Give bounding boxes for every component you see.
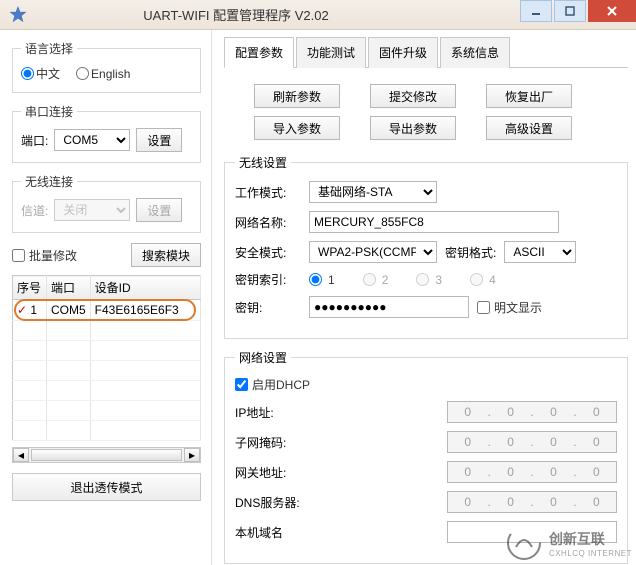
mode-select[interactable]: 基础网络-STA [309, 181, 437, 203]
mask-label: 子网掩码: [235, 434, 315, 451]
left-panel: 语言选择 中文 English 串口连接 端口: COM5 设置 无线连接 信道… [0, 30, 212, 565]
security-label: 安全模式: [235, 244, 301, 261]
lang-en-radio[interactable] [76, 67, 89, 80]
watermark-cn: 创新互联 [549, 529, 632, 549]
tab-firmware[interactable]: 固件升级 [368, 37, 438, 68]
lang-en-option[interactable]: English [76, 67, 130, 81]
ip-input: 0.0.0.0 [447, 401, 617, 423]
lang-cn-radio[interactable] [21, 67, 34, 80]
key-3: 3 [416, 273, 442, 287]
export-button[interactable]: 导出参数 [370, 116, 456, 140]
right-panel: 配置参数 功能测试 固件升级 系统信息 刷新参数 提交修改 恢复出厂 导入参数 … [212, 30, 636, 565]
dns-input: 0.0.0.0 [447, 491, 617, 513]
watermark: 创新互联 CXHLCQ INTERNET [506, 525, 632, 561]
maximize-button[interactable] [554, 0, 586, 22]
serial-set-button[interactable]: 设置 [136, 128, 182, 152]
wireless-section: 无线设置 工作模式: 基础网络-STA 网络名称: 安全模式: WPA2-PSK… [224, 154, 628, 339]
key-4: 4 [470, 273, 496, 287]
close-button[interactable] [588, 0, 636, 22]
dns-label: DNS服务器: [235, 494, 315, 511]
col-index[interactable]: 序号 [13, 276, 47, 300]
network-legend: 网络设置 [235, 349, 291, 366]
gateway-input: 0.0.0.0 [447, 461, 617, 483]
device-grid: 序号 端口 设备ID ✓ 1 COM5 F43E6165E6F3 [12, 275, 201, 441]
search-module-button[interactable]: 搜索模块 [131, 243, 201, 267]
lang-cn-option[interactable]: 中文 [21, 65, 60, 82]
language-group: 语言选择 中文 English [12, 40, 201, 93]
wifi-connect-group: 无线连接 信道: 关闭 设置 [12, 173, 201, 233]
keyfmt-select[interactable]: ASCII [504, 241, 576, 263]
serial-group: 串口连接 端口: COM5 设置 [12, 103, 201, 163]
keyindex-label: 密钥索引: [235, 271, 301, 288]
col-device-id[interactable]: 设备ID [90, 276, 200, 300]
hostname-label: 本机域名 [235, 524, 315, 541]
grid-scrollbar[interactable]: ◂ ▸ [12, 447, 201, 463]
table-row[interactable]: ✓ 1 COM5 F43E6165E6F3 [13, 300, 201, 321]
language-legend: 语言选择 [21, 40, 77, 57]
wifi-set-button: 设置 [136, 198, 182, 222]
channel-label: 信道: [21, 202, 48, 219]
app-icon [8, 5, 28, 25]
advanced-button[interactable]: 高级设置 [486, 116, 572, 140]
mask-input: 0.0.0.0 [447, 431, 617, 453]
password-input[interactable] [309, 296, 469, 318]
channel-select: 关闭 [54, 199, 130, 221]
bulk-edit-checkbox[interactable]: 批量修改 [12, 247, 77, 264]
mode-label: 工作模式: [235, 184, 301, 201]
watermark-en: CXHLCQ INTERNET [549, 549, 632, 558]
scroll-left-icon[interactable]: ◂ [13, 448, 29, 462]
gateway-label: 网关地址: [235, 464, 315, 481]
key-1[interactable]: 1 [309, 273, 335, 287]
dhcp-checkbox[interactable]: 启用DHCP [235, 376, 310, 393]
ssid-label: 网络名称: [235, 214, 301, 231]
commit-button[interactable]: 提交修改 [370, 84, 456, 108]
scroll-thumb[interactable] [31, 449, 182, 461]
watermark-logo-icon [506, 525, 542, 561]
exit-passthrough-button[interactable]: 退出透传模式 [12, 473, 201, 501]
ip-label: IP地址: [235, 404, 315, 421]
tab-bar: 配置参数 功能测试 固件升级 系统信息 [224, 36, 628, 68]
import-button[interactable]: 导入参数 [254, 116, 340, 140]
port-select[interactable]: COM5 [54, 129, 130, 151]
tab-config[interactable]: 配置参数 [224, 37, 294, 68]
keyfmt-label: 密钥格式: [445, 244, 496, 261]
window-title: UART-WIFI 配置管理程序 V2.02 [34, 5, 518, 24]
wireless-legend: 无线设置 [235, 154, 291, 171]
scroll-right-icon[interactable]: ▸ [184, 448, 200, 462]
serial-legend: 串口连接 [21, 103, 77, 120]
refresh-button[interactable]: 刷新参数 [254, 84, 340, 108]
show-password-checkbox[interactable]: 明文显示 [477, 299, 542, 316]
port-label: 端口: [21, 132, 48, 149]
titlebar: UART-WIFI 配置管理程序 V2.02 [0, 0, 636, 30]
ssid-input[interactable] [309, 211, 559, 233]
minimize-button[interactable] [520, 0, 552, 22]
col-port[interactable]: 端口 [47, 276, 91, 300]
tab-test[interactable]: 功能测试 [296, 37, 366, 68]
tab-sysinfo[interactable]: 系统信息 [440, 37, 510, 68]
check-icon: ✓ [17, 303, 27, 317]
factory-button[interactable]: 恢复出厂 [486, 84, 572, 108]
security-select[interactable]: WPA2-PSK(CCMP) [309, 241, 437, 263]
key-2: 2 [363, 273, 389, 287]
password-label: 密钥: [235, 299, 301, 316]
wifi-connect-legend: 无线连接 [21, 173, 77, 190]
